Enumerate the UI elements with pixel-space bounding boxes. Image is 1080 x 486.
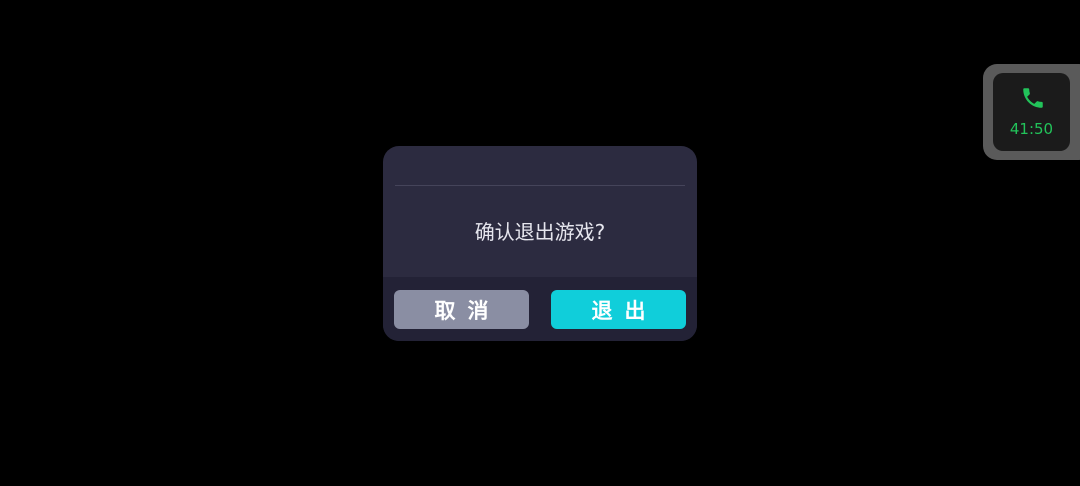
exit-button[interactable]: 退出 bbox=[551, 290, 686, 329]
game-screen: 确认退出游戏? 取消 退出 41:50 bbox=[0, 0, 1080, 486]
cancel-button[interactable]: 取消 bbox=[394, 290, 529, 329]
call-duration: 41:50 bbox=[1009, 120, 1054, 138]
exit-confirm-dialog: 确认退出游戏? 取消 退出 bbox=[383, 146, 697, 341]
phone-icon bbox=[1023, 88, 1043, 108]
dialog-message: 确认退出游戏? bbox=[474, 220, 606, 244]
ongoing-call-widget[interactable]: 41:50 bbox=[983, 64, 1080, 160]
call-widget-panel[interactable]: 41:50 bbox=[993, 73, 1070, 151]
dialog-divider bbox=[395, 185, 685, 186]
dialog-footer: 取消 退出 bbox=[383, 277, 697, 341]
